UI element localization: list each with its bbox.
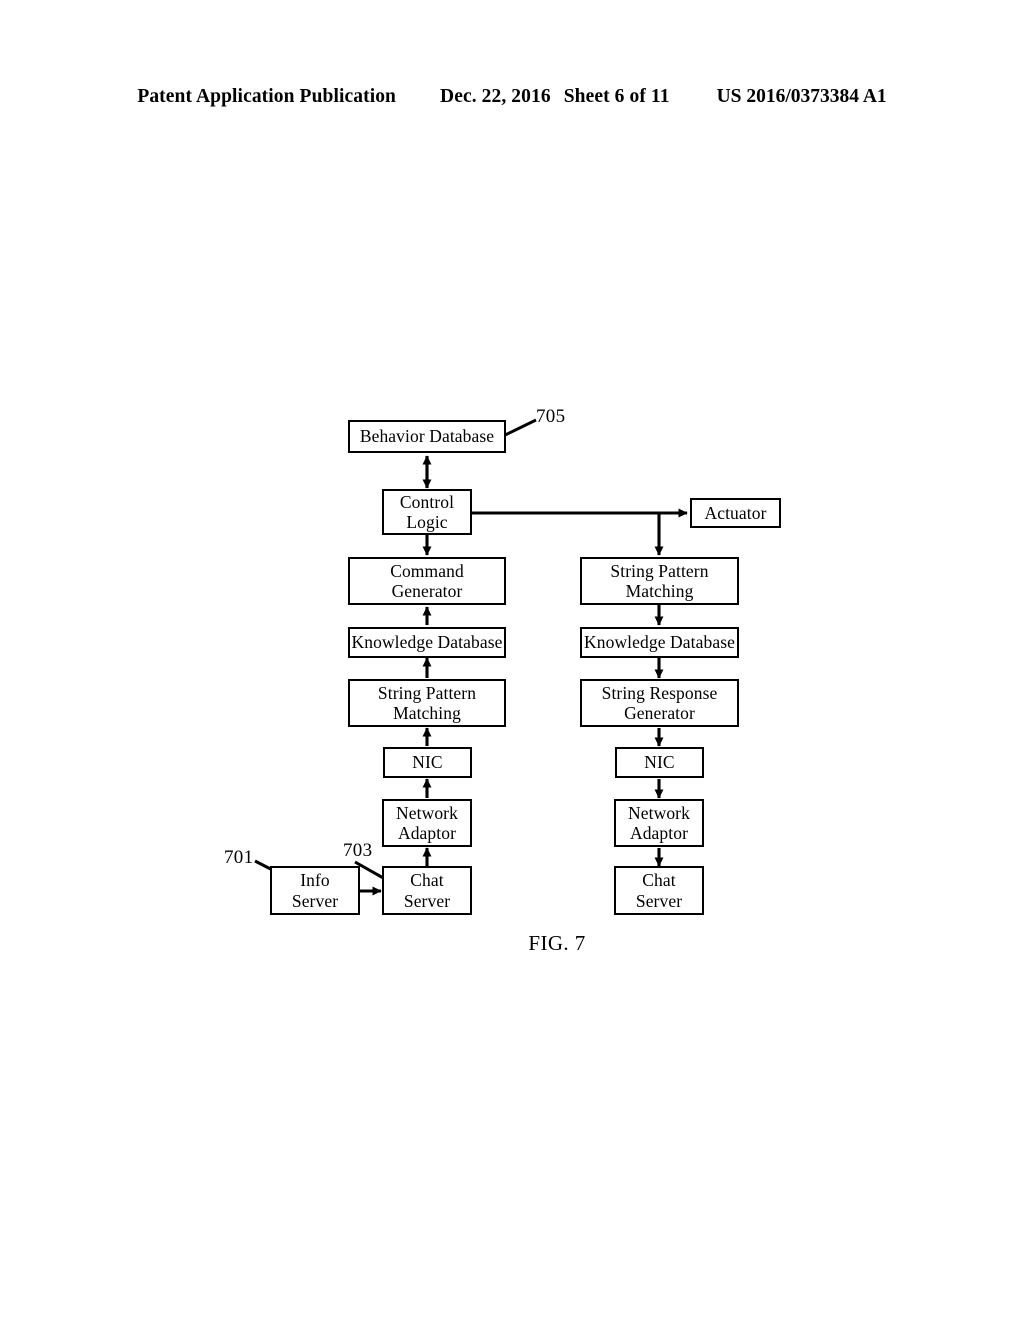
reference-numeral-705: 705 <box>536 406 566 427</box>
node-label-line2: Logic <box>406 512 448 532</box>
node-label: String Pattern <box>377 682 477 703</box>
node-label-line2: Matching <box>625 581 694 601</box>
node-label: Info <box>300 870 330 891</box>
node-label: NIC <box>644 752 675 773</box>
node-label-line2: Server <box>291 890 339 911</box>
node-network-adaptor-left: Network Adaptor <box>382 799 472 847</box>
node-label: Control <box>399 491 455 512</box>
node-label-line2: Adaptor <box>397 823 457 843</box>
node-string-response-generator: String Response Generator <box>580 679 739 727</box>
node-nic-left: NIC <box>383 747 472 778</box>
node-control-logic: Control Logic <box>382 489 472 535</box>
node-info-server: Info Server <box>270 866 360 915</box>
patent-figure-7: Behavior Database (double headed) --> <box>0 0 1024 1320</box>
node-label: Chat <box>642 870 676 891</box>
node-knowledge-database-right: Knowledge Database <box>580 627 739 658</box>
node-network-adaptor-right: Network Adaptor <box>614 799 704 847</box>
node-label-line2: Server <box>403 890 451 911</box>
node-label-line2: Matching <box>393 703 461 723</box>
node-label: String Pattern <box>610 560 709 581</box>
figure-connectors: Behavior Database (double headed) --> <box>254 418 688 896</box>
node-label: String Response <box>601 682 718 703</box>
node-label: Command <box>390 560 464 581</box>
node-label-line2: Generator <box>391 581 463 601</box>
figure-caption: FIG. 7 <box>528 931 586 955</box>
node-label: Actuator <box>704 502 767 523</box>
reference-numeral-703: 703 <box>343 840 373 861</box>
reference-numeral-701: 701 <box>224 847 254 868</box>
node-label: Knowledge Database <box>584 632 735 653</box>
node-label: Knowledge Database <box>351 632 503 653</box>
node-string-pattern-matching-left: String Pattern Matching <box>348 679 506 727</box>
node-label-line2: Adaptor <box>629 823 689 843</box>
node-label: NIC <box>412 752 443 773</box>
node-label: Network <box>628 802 690 823</box>
node-label: Chat <box>410 870 444 891</box>
node-label: Network <box>396 802 458 823</box>
node-knowledge-database-left: Knowledge Database <box>348 627 506 658</box>
node-chat-server-left: Chat Server <box>382 866 472 915</box>
node-nic-right: NIC <box>615 747 704 778</box>
node-label-line2: Generator <box>624 703 695 723</box>
node-actuator: Actuator <box>690 498 781 528</box>
node-label-line2: Server <box>635 890 683 911</box>
node-label: Behavior Database <box>359 426 495 447</box>
node-string-pattern-matching-right: String Pattern Matching <box>580 557 739 605</box>
node-command-generator: Command Generator <box>348 557 506 605</box>
node-chat-server-right: Chat Server <box>614 866 704 915</box>
node-behavior-database: Behavior Database <box>348 420 506 453</box>
